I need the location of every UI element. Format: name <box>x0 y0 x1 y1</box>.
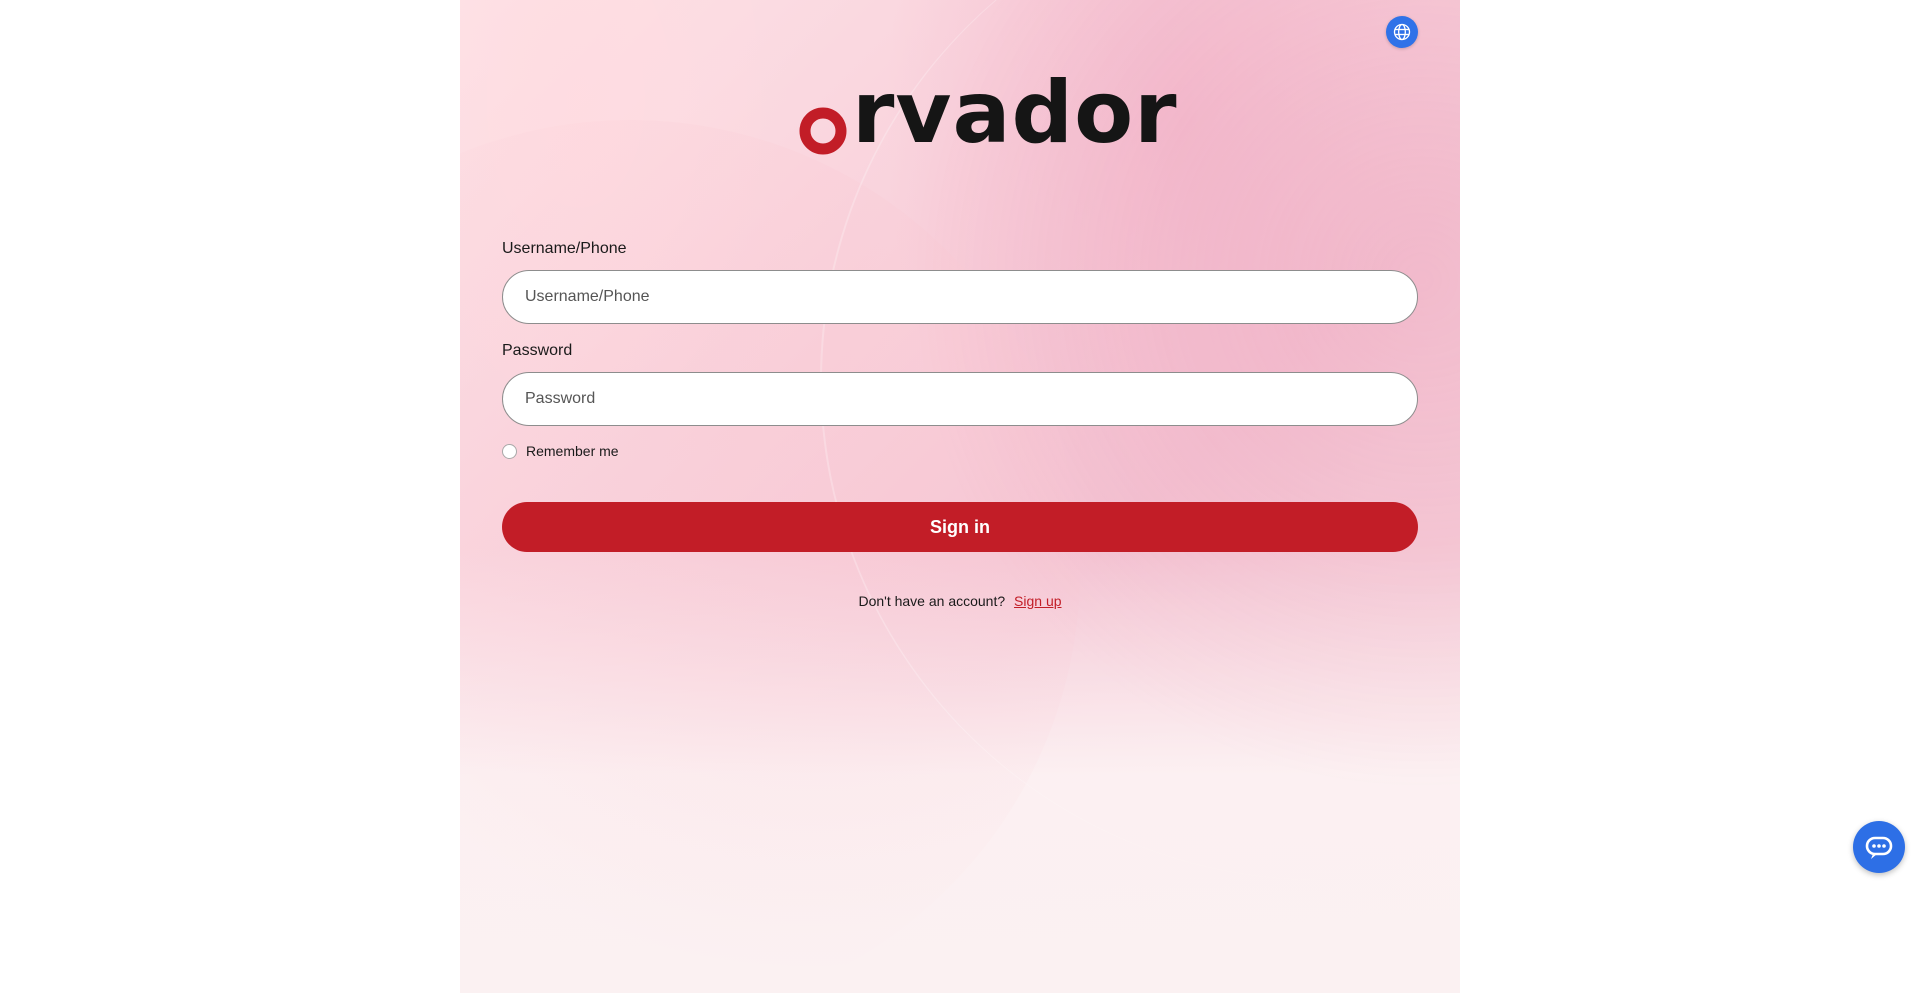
chat-bubble-icon <box>1865 836 1893 859</box>
remember-me-label: Remember me <box>526 443 619 459</box>
sign-up-link[interactable]: Sign up <box>1014 593 1061 609</box>
checkbox-circle[interactable] <box>502 443 517 459</box>
logo-wordmark: rvador <box>852 63 1178 163</box>
password-label: Password <box>502 342 573 359</box>
logo-o-mark <box>799 107 847 155</box>
remember-me-checkbox[interactable]: Remember me <box>502 443 619 459</box>
signup-row: Don't have an account? Sign up <box>460 593 1460 609</box>
signup-prompt: Don't have an account? <box>858 593 1006 609</box>
sign-in-button[interactable]: Sign in <box>502 502 1418 552</box>
language-button[interactable] <box>1386 16 1418 48</box>
username-input[interactable] <box>502 270 1418 324</box>
username-label: Username/Phone <box>502 240 627 257</box>
chat-button[interactable] <box>1853 821 1905 873</box>
brand-logo: rvador <box>799 70 1177 164</box>
globe-icon <box>1393 23 1411 41</box>
login-panel: rvador Username/Phone Password Remember … <box>460 0 1460 993</box>
password-input[interactable] <box>502 372 1418 426</box>
